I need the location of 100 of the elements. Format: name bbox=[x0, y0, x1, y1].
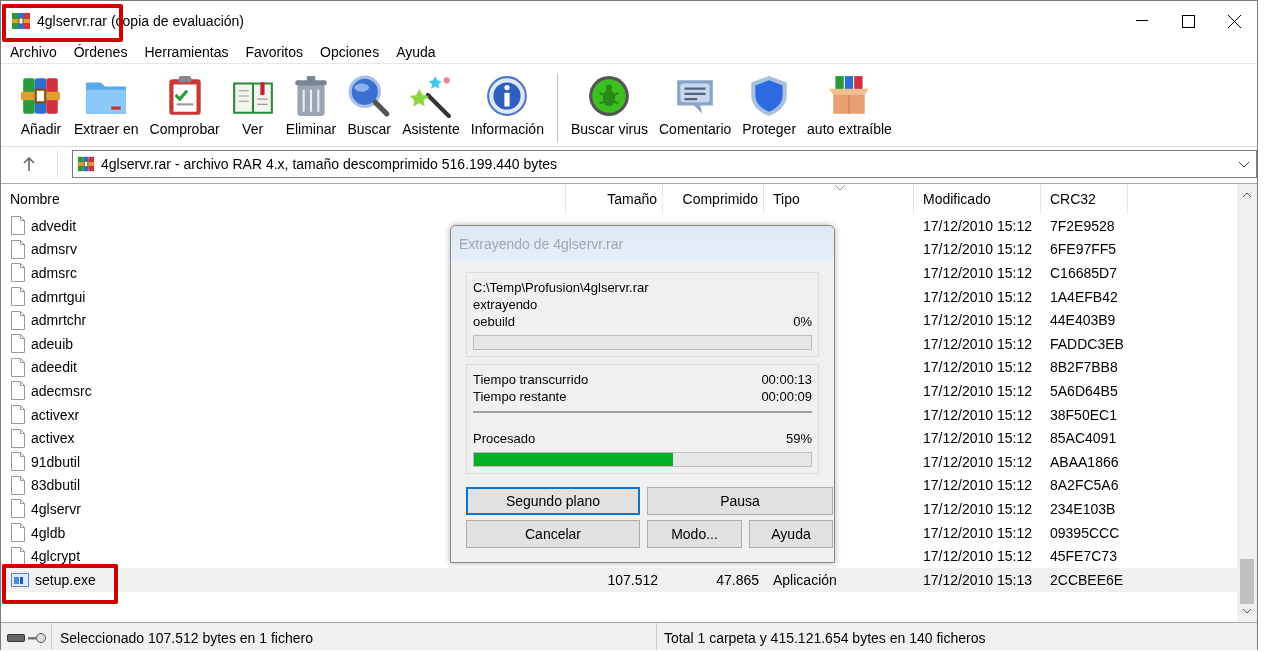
crc-value: 1A4EFB42 bbox=[1050, 288, 1118, 305]
toolbar-button[interactable]: Información bbox=[466, 70, 548, 141]
dialog-button[interactable]: Pausa bbox=[647, 487, 833, 515]
modified-date: 17/12/2010 15:12 bbox=[923, 453, 1032, 470]
crc-value: FADDC3EB bbox=[1050, 335, 1124, 352]
column-header[interactable]: Nombre bbox=[1, 184, 566, 214]
maximize-icon bbox=[1181, 14, 1195, 28]
archive-icon bbox=[77, 155, 95, 173]
file-name[interactable]: admrtchr bbox=[31, 312, 87, 329]
crc-value: 2CCBEE6E bbox=[1050, 571, 1124, 588]
menu-item[interactable]: Favoritos bbox=[240, 44, 308, 60]
status-text: Total 1 carpeta y 415.121.654 bytes en 140 ficheros bbox=[664, 630, 986, 646]
crc-value: C16685D7 bbox=[1050, 265, 1117, 281]
dialog-button[interactable]: Ayuda bbox=[749, 520, 833, 548]
modified-date: 17/12/2010 15:12 bbox=[923, 359, 1032, 376]
scrollbar[interactable] bbox=[1237, 184, 1257, 622]
dialog-button[interactable]: Segundo plano bbox=[466, 487, 640, 515]
crc-value: 45FE7C73 bbox=[1050, 548, 1117, 565]
application-icon bbox=[11, 571, 29, 588]
file-name[interactable]: advedit bbox=[31, 217, 77, 234]
modified-date: 17/12/2010 15:12 bbox=[923, 382, 1032, 399]
modified-date: 17/12/2010 15:12 bbox=[923, 217, 1032, 234]
address-field[interactable]: 4glservr.rar - archivo RAR 4.x, tamaño descomprimido 516.199.440 bytes bbox=[72, 150, 1257, 178]
crc-value: 8A2FC5A6 bbox=[1050, 477, 1119, 494]
file-name[interactable]: 91dbutil bbox=[31, 453, 81, 470]
menu-item[interactable]: Herramientas bbox=[139, 44, 234, 60]
file-icon bbox=[11, 499, 25, 519]
toolbar-button[interactable]: Eliminar bbox=[281, 70, 341, 141]
column-header[interactable]: CRC32 bbox=[1041, 184, 1128, 214]
modified-date: 17/12/2010 15:12 bbox=[923, 335, 1032, 352]
action-label: extrayendo bbox=[473, 296, 539, 313]
modified-date: 17/12/2010 15:12 bbox=[923, 312, 1032, 329]
crc-value: 6FE97FF5 bbox=[1050, 241, 1117, 258]
key-icon bbox=[28, 632, 46, 644]
sort-caret-icon bbox=[834, 184, 846, 191]
dialog-button[interactable]: Modo... bbox=[647, 520, 742, 548]
file-icon bbox=[11, 357, 25, 377]
file-name[interactable]: 83dbutil bbox=[31, 477, 81, 494]
close-icon bbox=[1227, 14, 1241, 28]
file-icon bbox=[11, 263, 25, 283]
toolbar-button[interactable]: Ver bbox=[226, 70, 279, 141]
column-header[interactable]: Comprimido bbox=[663, 184, 764, 214]
file-name[interactable]: 4glcrypt bbox=[31, 548, 81, 565]
menu-item[interactable]: Archivo bbox=[5, 44, 62, 60]
file-name[interactable]: activexr bbox=[31, 406, 80, 423]
file-icon bbox=[11, 334, 25, 354]
drive-icon bbox=[7, 634, 25, 642]
file-name[interactable]: admsrv bbox=[31, 241, 77, 258]
modified-date: 17/12/2010 15:12 bbox=[923, 548, 1032, 565]
toolbar-button[interactable]: Buscar bbox=[343, 70, 396, 141]
file-row[interactable]: setup.exe 107.512 47.865 Aplicación 17/12/2010 15:13 2CCBEE6E bbox=[1, 567, 1237, 592]
crc-value: 5A6D64B5 bbox=[1050, 382, 1118, 399]
menu-item[interactable]: Opciones bbox=[315, 44, 385, 60]
file-icon bbox=[11, 239, 25, 259]
file-icon bbox=[11, 546, 25, 566]
archive-icon bbox=[11, 11, 31, 31]
crc-value: ABAA1866 bbox=[1050, 453, 1119, 470]
toolbar-button[interactable]: Proteger bbox=[738, 70, 801, 141]
toolbar-button[interactable]: Extraer en bbox=[70, 70, 143, 141]
file-name[interactable]: adeedit bbox=[31, 359, 77, 376]
time-label: Tiempo transcurrido bbox=[473, 371, 589, 388]
modified-date: 17/12/2010 15:13 bbox=[923, 571, 1032, 588]
toolbar-button[interactable]: Asistente bbox=[398, 70, 464, 141]
file-name[interactable]: activex bbox=[31, 430, 75, 447]
modified-date: 17/12/2010 15:12 bbox=[923, 500, 1032, 517]
toolbar-button[interactable]: Comprobar bbox=[145, 70, 224, 141]
crc-value: 8B2F7BB8 bbox=[1050, 359, 1118, 376]
modified-date: 17/12/2010 15:12 bbox=[923, 524, 1032, 541]
packed-size: 47.865 bbox=[716, 571, 759, 588]
file-name[interactable]: adeuib bbox=[31, 335, 74, 352]
crc-value: 85AC4091 bbox=[1050, 430, 1117, 447]
dialog-button[interactable]: Cancelar bbox=[466, 520, 640, 548]
scroll-thumb[interactable] bbox=[1240, 559, 1254, 604]
toolbar-button[interactable]: Comentario bbox=[655, 70, 736, 141]
crc-value: 09395CCC bbox=[1050, 524, 1120, 541]
info-icon bbox=[485, 74, 530, 118]
address-text: 4glservr.rar - archivo RAR 4.x, tamaño descomprimido 516.199.440 bytes bbox=[101, 156, 557, 172]
column-header[interactable]: Tipo bbox=[764, 184, 914, 214]
file-name[interactable]: admrtgui bbox=[31, 288, 86, 305]
bug-icon bbox=[587, 74, 632, 118]
column-header[interactable]: Modificado bbox=[914, 184, 1041, 214]
percent-label: 59% bbox=[785, 430, 812, 447]
file-icon bbox=[11, 452, 25, 472]
file-icon bbox=[11, 523, 25, 542]
column-header[interactable]: Tamaño bbox=[566, 184, 663, 214]
menu-item[interactable]: Ayuda bbox=[391, 44, 441, 60]
toolbar-button[interactable]: Buscar virus bbox=[566, 70, 652, 141]
file-name[interactable]: 4gldb bbox=[31, 524, 66, 541]
file-name[interactable]: adecmsrc bbox=[31, 382, 92, 399]
file-name[interactable]: admsrc bbox=[31, 265, 77, 281]
crc-value: 38F50EC1 bbox=[1050, 406, 1117, 423]
toolbar-button[interactable]: Añadir bbox=[15, 70, 67, 141]
menu-item[interactable]: Órdenes bbox=[68, 44, 133, 60]
file-name: oebuild bbox=[473, 313, 515, 330]
file-name[interactable]: 4glservr bbox=[31, 500, 81, 517]
toolbar-button[interactable]: auto extraíble bbox=[803, 70, 896, 141]
dropdown-caret-icon bbox=[1238, 160, 1250, 168]
scroll-up-icon bbox=[1242, 192, 1252, 198]
magnifier-icon bbox=[347, 74, 392, 118]
file-name[interactable]: setup.exe bbox=[35, 571, 96, 588]
